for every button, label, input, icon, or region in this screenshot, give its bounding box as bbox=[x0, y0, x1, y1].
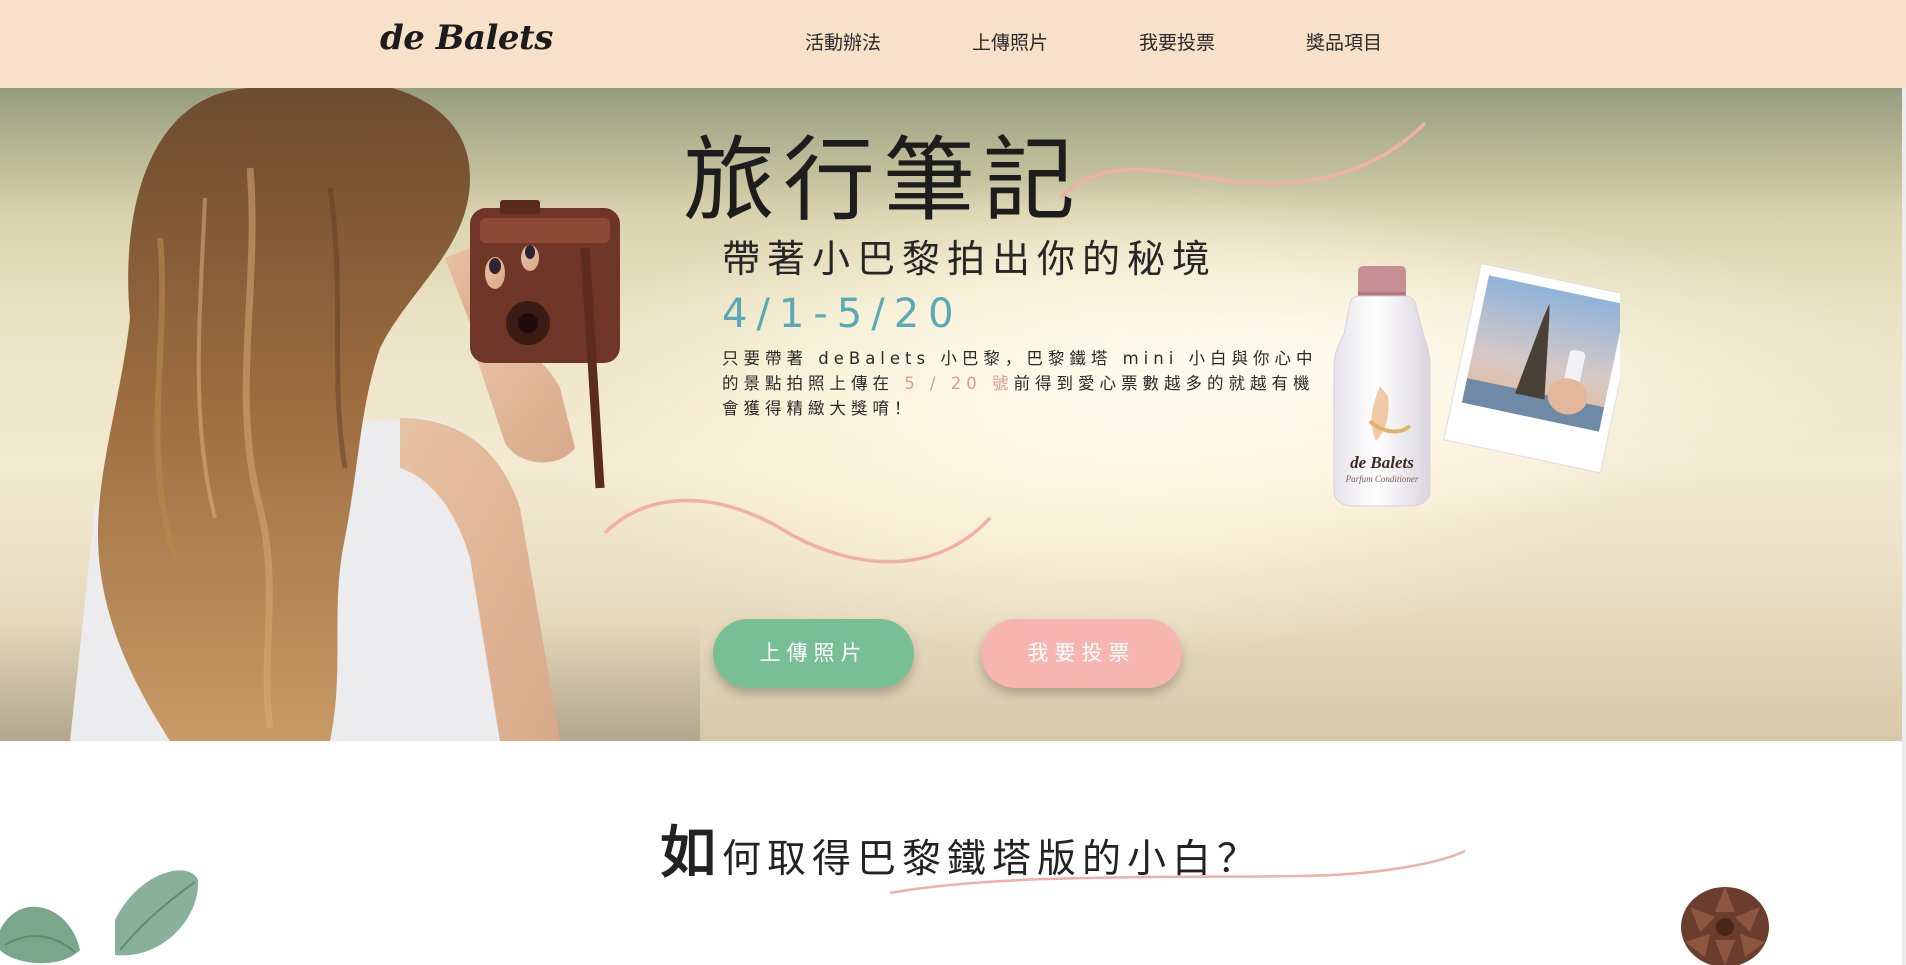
brand-logo[interactable]: de Balets bbox=[380, 18, 553, 58]
site-header: de Balets 活動辦法 上傳照片 我要投票 獎品項目 bbox=[0, 0, 1906, 88]
pine-cone-icon bbox=[1681, 887, 1769, 965]
main-nav: 活動辦法 上傳照片 我要投票 獎品項目 bbox=[805, 28, 1473, 55]
event-date-range: 4/1-5/20 bbox=[722, 291, 963, 337]
upload-photo-button[interactable]: 上傳照片 bbox=[713, 619, 914, 688]
product-bottle-icon: de Balets Parfum Conditioner bbox=[1333, 262, 1620, 507]
nav-item-rules[interactable]: 活動辦法 bbox=[805, 28, 881, 55]
section-heading-initial: 如 bbox=[660, 821, 716, 886]
eucalyptus-leaf-icon bbox=[0, 870, 199, 964]
product-label-sub: Parfum Conditioner bbox=[1345, 474, 1419, 484]
nav-item-upload[interactable]: 上傳照片 bbox=[972, 28, 1048, 55]
hero-subtitle: 帶著小巴黎拍出你的秘境 bbox=[722, 237, 1218, 281]
page-scrollbar[interactable] bbox=[1902, 0, 1906, 965]
product-label-brand: de Balets bbox=[1350, 453, 1414, 472]
vote-button[interactable]: 我要投票 bbox=[981, 619, 1182, 688]
nav-item-vote[interactable]: 我要投票 bbox=[1139, 28, 1215, 55]
woman-with-camera-image bbox=[70, 88, 620, 741]
description-deadline-highlight: 5 / 20 號 bbox=[904, 374, 1014, 393]
nav-item-prizes[interactable]: 獎品項目 bbox=[1306, 28, 1382, 55]
hero-banner: 旅行筆記 帶著小巴黎拍出你的秘境 4/1-5/20 只要帶著 deBalets … bbox=[0, 88, 1906, 741]
hero-title: 旅行筆記 bbox=[683, 127, 1084, 234]
eiffel-photo-icon bbox=[1443, 262, 1620, 474]
section-swoosh-decoration bbox=[889, 849, 1466, 895]
event-description: 只要帶著 deBalets 小巴黎，巴黎鐵塔 mini 小白與你心中的景點拍照上… bbox=[722, 346, 1322, 421]
